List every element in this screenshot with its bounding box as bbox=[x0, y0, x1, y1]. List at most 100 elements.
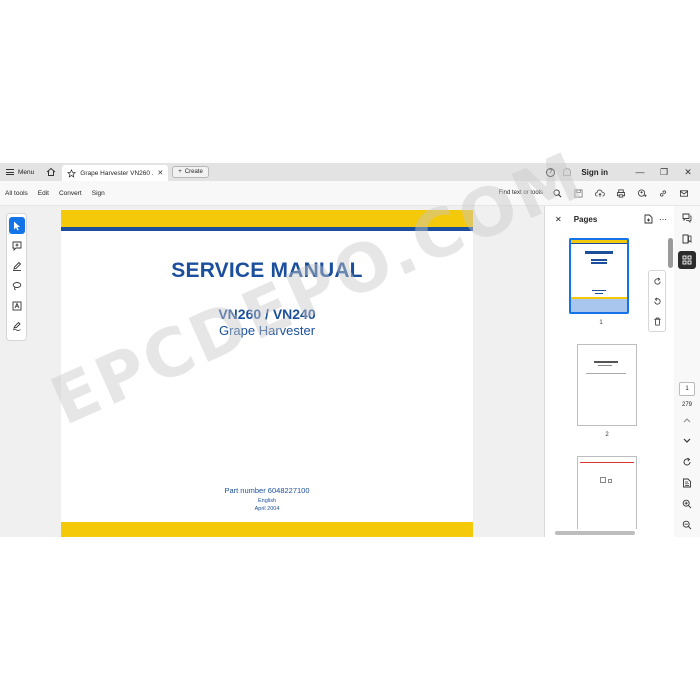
close-window-button[interactable]: ✕ bbox=[676, 163, 700, 181]
zoom-out-button[interactable] bbox=[678, 516, 696, 534]
pages-panel: ✕ Pages ⋯ 1 2 bbox=[544, 206, 674, 537]
page-thumbnail-label-2: 2 bbox=[605, 432, 609, 438]
pen-icon bbox=[12, 261, 21, 271]
pages-vertical-scroll-thumb[interactable] bbox=[668, 238, 673, 268]
highlight-tool[interactable] bbox=[9, 257, 25, 274]
manual-title: SERVICE MANUAL bbox=[171, 259, 363, 282]
all-tools-menu[interactable]: All tools bbox=[0, 190, 33, 197]
thumb-footer-band bbox=[571, 297, 627, 299]
pages-panel-header: ✕ Pages ⋯ bbox=[545, 206, 675, 232]
thumb-partno-line bbox=[592, 290, 606, 291]
right-side-rail: 1 279 bbox=[674, 206, 700, 537]
pages-panel-title: Pages bbox=[573, 214, 598, 224]
bookmarks-panel-button[interactable] bbox=[678, 230, 696, 248]
acrobat-window: Menu Grape Harvester VN260 ... ✕ + Creat… bbox=[0, 163, 700, 537]
find-text-or-tools[interactable]: Find text or tools bbox=[499, 190, 543, 196]
scroll-mode-button[interactable] bbox=[678, 474, 696, 492]
document-view[interactable]: SERVICE MANUAL VN260 / VN240 Grape Harve… bbox=[45, 206, 540, 537]
model-numbers: VN260 / VN240 bbox=[218, 306, 316, 322]
thumb-model-line bbox=[591, 259, 607, 261]
add-comment-tool[interactable] bbox=[9, 237, 25, 254]
lasso-icon bbox=[12, 281, 21, 290]
draw-tool[interactable] bbox=[9, 277, 25, 294]
chevron-up-icon bbox=[683, 418, 691, 423]
pages-panel-button[interactable] bbox=[678, 251, 696, 269]
thumb-selection-overlay bbox=[571, 298, 627, 312]
home-icon bbox=[46, 167, 56, 176]
thumbnail-actions bbox=[648, 270, 666, 332]
tab-title: Grape Harvester VN260 ... bbox=[80, 169, 154, 177]
plus-icon: + bbox=[178, 169, 182, 175]
chevron-down-icon bbox=[683, 438, 691, 443]
total-pages: 279 bbox=[681, 402, 692, 408]
fill-sign-tool[interactable] bbox=[9, 317, 25, 334]
signature-pen-icon bbox=[12, 321, 21, 331]
thumb-title-line bbox=[585, 251, 613, 254]
search-icon[interactable] bbox=[547, 185, 568, 201]
restore-button[interactable]: ❐ bbox=[652, 163, 676, 181]
zoom-in-button[interactable] bbox=[678, 495, 696, 513]
pdf-page: SERVICE MANUAL VN260 / VN240 Grape Harve… bbox=[61, 210, 473, 537]
comment-plus-icon bbox=[12, 241, 21, 251]
bookmark-icon bbox=[682, 234, 692, 244]
cloud-upload-icon[interactable] bbox=[589, 185, 610, 201]
thumb3-figure bbox=[600, 477, 606, 483]
home-button[interactable] bbox=[40, 163, 62, 181]
link-icon[interactable] bbox=[652, 185, 673, 201]
pages-vertical-scrollbar[interactable] bbox=[667, 232, 674, 529]
page-thumbnail-2[interactable] bbox=[577, 344, 637, 426]
pages-horizontal-scrollbar[interactable] bbox=[545, 529, 667, 537]
thumbnails-grid-icon bbox=[682, 255, 692, 265]
text-tool[interactable] bbox=[9, 297, 25, 314]
toolbar-right-group: Find text or tools bbox=[499, 185, 700, 201]
insert-page-icon[interactable] bbox=[644, 214, 653, 224]
previous-page-button[interactable] bbox=[678, 411, 696, 429]
footer-yellow-band bbox=[61, 522, 473, 537]
document-tab[interactable]: Grape Harvester VN260 ... ✕ bbox=[62, 165, 169, 181]
zoom-out-icon bbox=[682, 520, 692, 530]
convert-menu[interactable]: Convert bbox=[54, 190, 87, 197]
more-options-icon[interactable]: ⋯ bbox=[659, 215, 667, 224]
star-icon[interactable] bbox=[67, 168, 77, 178]
help-icon[interactable]: ? bbox=[546, 167, 556, 177]
email-icon[interactable] bbox=[673, 185, 694, 201]
menu-label: Menu bbox=[18, 168, 35, 176]
select-tool[interactable] bbox=[8, 217, 25, 234]
part-number: Part number 6048227100 bbox=[224, 486, 310, 495]
current-page-input[interactable]: 1 bbox=[679, 382, 695, 396]
delete-trash-icon[interactable] bbox=[653, 317, 662, 326]
refresh-button[interactable] bbox=[678, 453, 696, 471]
cursor-arrow-icon bbox=[13, 221, 20, 230]
pages-panel-actions: ⋯ bbox=[644, 214, 675, 224]
close-panel-icon[interactable]: ✕ bbox=[555, 215, 562, 224]
menu-button[interactable]: Menu bbox=[0, 163, 40, 181]
sign-in-link[interactable]: Sign in bbox=[581, 168, 608, 177]
thumb2-text-line bbox=[586, 373, 626, 374]
hamburger-icon bbox=[6, 169, 14, 175]
title-bar: Menu Grape Harvester VN260 ... ✕ + Creat… bbox=[0, 163, 700, 181]
rotate-clockwise-icon[interactable] bbox=[653, 277, 662, 286]
rotate-counterclockwise-icon[interactable] bbox=[653, 297, 662, 306]
next-page-button[interactable] bbox=[678, 432, 696, 450]
comments-panel-button[interactable] bbox=[678, 209, 696, 227]
page-thumbnail-3[interactable] bbox=[577, 456, 637, 529]
save-icon[interactable] bbox=[568, 185, 589, 201]
title-right-group: ? Sign in — ❐ ✕ bbox=[546, 163, 700, 181]
text-box-icon bbox=[12, 301, 21, 310]
thumb-blue-stripe bbox=[571, 243, 627, 244]
notification-bell-icon[interactable] bbox=[563, 168, 572, 176]
minimize-button[interactable]: — bbox=[628, 163, 652, 181]
thumb3-header-line bbox=[580, 462, 634, 463]
edit-menu[interactable]: Edit bbox=[33, 190, 54, 197]
thumb3-figure bbox=[608, 479, 612, 483]
create-button[interactable]: + Create bbox=[172, 166, 209, 178]
product-name: Grape Harvester bbox=[218, 323, 316, 338]
pages-horizontal-scroll-thumb[interactable] bbox=[555, 531, 635, 535]
main-toolbar: All tools Edit Convert Sign Find text or… bbox=[0, 181, 700, 206]
share-people-icon[interactable] bbox=[631, 185, 652, 201]
tab-close-icon[interactable]: ✕ bbox=[157, 169, 163, 177]
thumb-subtitle-line bbox=[591, 262, 607, 264]
print-icon[interactable] bbox=[610, 185, 631, 201]
sign-menu[interactable]: Sign bbox=[87, 190, 110, 197]
page-thumbnail-1[interactable] bbox=[569, 238, 629, 314]
